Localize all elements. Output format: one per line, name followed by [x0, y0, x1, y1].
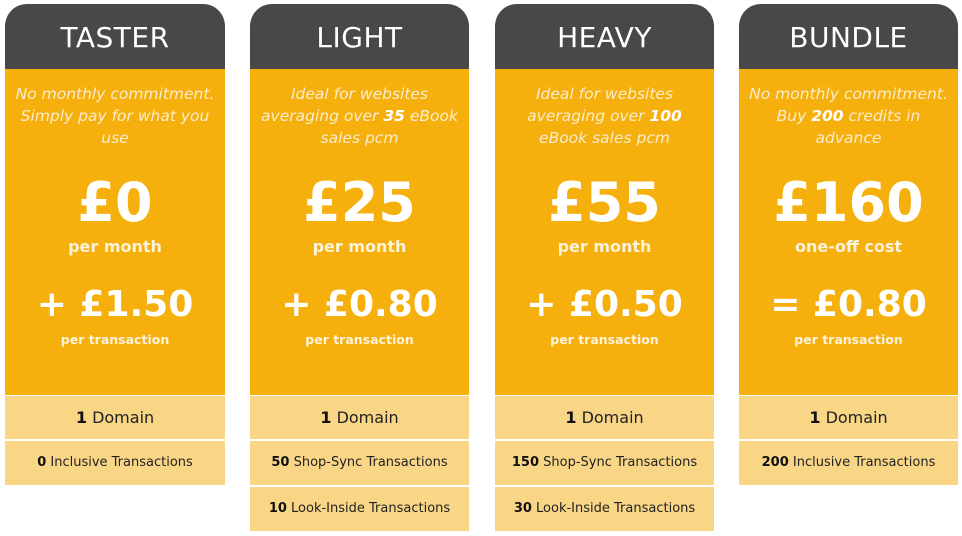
feature-look-inside: 30 Look-Inside Transactions	[495, 487, 714, 531]
feature-domains: 1 Domain	[739, 396, 958, 439]
feature-count: 50	[271, 455, 290, 470]
plan-price: £55	[548, 171, 661, 234]
plan-description: No monthly commitment. Buy 200 credits i…	[745, 83, 952, 149]
feature-count: 1	[320, 408, 332, 427]
feature-count: 1	[809, 408, 821, 427]
plan-transaction-rate: + £1.50	[36, 284, 194, 325]
plan-period: per month	[68, 237, 162, 256]
feature-label: Inclusive Transactions	[46, 455, 193, 470]
plan-price: £160	[773, 171, 924, 234]
feature-count: 1	[565, 408, 577, 427]
feature-count: 200	[761, 455, 789, 470]
feature-count: 0	[37, 455, 47, 470]
plan-description-text: No monthly commitment. Simply pay for wh…	[15, 85, 215, 147]
feature-label: Look-Inside Transactions	[531, 501, 696, 516]
plan-card-light: LIGHT Ideal for websites averaging over …	[250, 4, 469, 531]
plan-description: No monthly commitment. Simply pay for wh…	[11, 83, 219, 149]
feature-count: 10	[268, 501, 287, 516]
plan-rate-label: per transaction	[550, 332, 659, 347]
plan-pricing: Ideal for websites averaging over 35 eBo…	[250, 69, 469, 395]
plan-pricing: Ideal for websites averaging over 100 eB…	[495, 69, 714, 395]
feature-count: 30	[513, 501, 532, 516]
plan-pricing: No monthly commitment. Simply pay for wh…	[5, 69, 225, 395]
feature-transactions: 200 Inclusive Transactions	[739, 441, 958, 485]
feature-count: 1	[75, 408, 87, 427]
feature-label: Domain	[86, 408, 155, 427]
plan-rate-label: per transaction	[305, 332, 414, 347]
plan-description-text: eBook sales pcm	[539, 129, 670, 147]
feature-shop-sync: 150 Shop-Sync Transactions	[495, 441, 714, 485]
plan-description: Ideal for websites averaging over 35 eBo…	[256, 83, 463, 149]
plan-title: TASTER	[5, 4, 225, 69]
feature-domains: 1 Domain	[495, 396, 714, 439]
plan-period: per month	[312, 237, 407, 256]
feature-domains: 1 Domain	[5, 396, 225, 439]
plan-transaction-rate: = £0.80	[770, 284, 927, 325]
feature-look-inside: 10 Look-Inside Transactions	[250, 487, 469, 531]
feature-domains: 1 Domain	[250, 396, 469, 439]
plan-description-highlight: 200	[811, 107, 844, 125]
plan-title: BUNDLE	[739, 4, 958, 69]
feature-shop-sync: 50 Shop-Sync Transactions	[250, 441, 469, 485]
feature-count: 150	[511, 455, 539, 470]
plan-description-highlight: 100	[649, 107, 682, 125]
plan-card-bundle: BUNDLE No monthly commitment. Buy 200 cr…	[739, 4, 958, 485]
feature-label: Domain	[576, 408, 644, 427]
plan-pricing: No monthly commitment. Buy 200 credits i…	[739, 69, 958, 395]
plan-period: one-off cost	[794, 237, 903, 256]
plan-description: Ideal for websites averaging over 100 eB…	[501, 83, 708, 149]
feature-label: Shop-Sync Transactions	[289, 455, 448, 470]
plan-title: LIGHT	[250, 4, 469, 69]
plan-price: £25	[303, 171, 416, 234]
plan-transaction-rate: + £0.50	[526, 284, 683, 325]
feature-label: Domain	[331, 408, 399, 427]
feature-label: Domain	[820, 408, 888, 427]
plan-card-taster: TASTER No monthly commitment. Simply pay…	[5, 4, 225, 485]
plan-price: £0	[77, 171, 153, 234]
plan-rate-label: per transaction	[794, 332, 903, 347]
plan-description-highlight: 35	[383, 107, 405, 125]
feature-label: Look-Inside Transactions	[286, 501, 451, 516]
feature-label: Shop-Sync Transactions	[539, 455, 698, 470]
plan-card-heavy: HEAVY Ideal for websites averaging over …	[495, 4, 714, 531]
feature-transactions: 0 Inclusive Transactions	[5, 441, 225, 485]
feature-label: Inclusive Transactions	[788, 455, 936, 470]
plan-title: HEAVY	[495, 4, 714, 69]
plan-transaction-rate: + £0.80	[281, 284, 438, 325]
plan-period: per month	[557, 237, 652, 256]
plan-rate-label: per transaction	[60, 332, 170, 347]
